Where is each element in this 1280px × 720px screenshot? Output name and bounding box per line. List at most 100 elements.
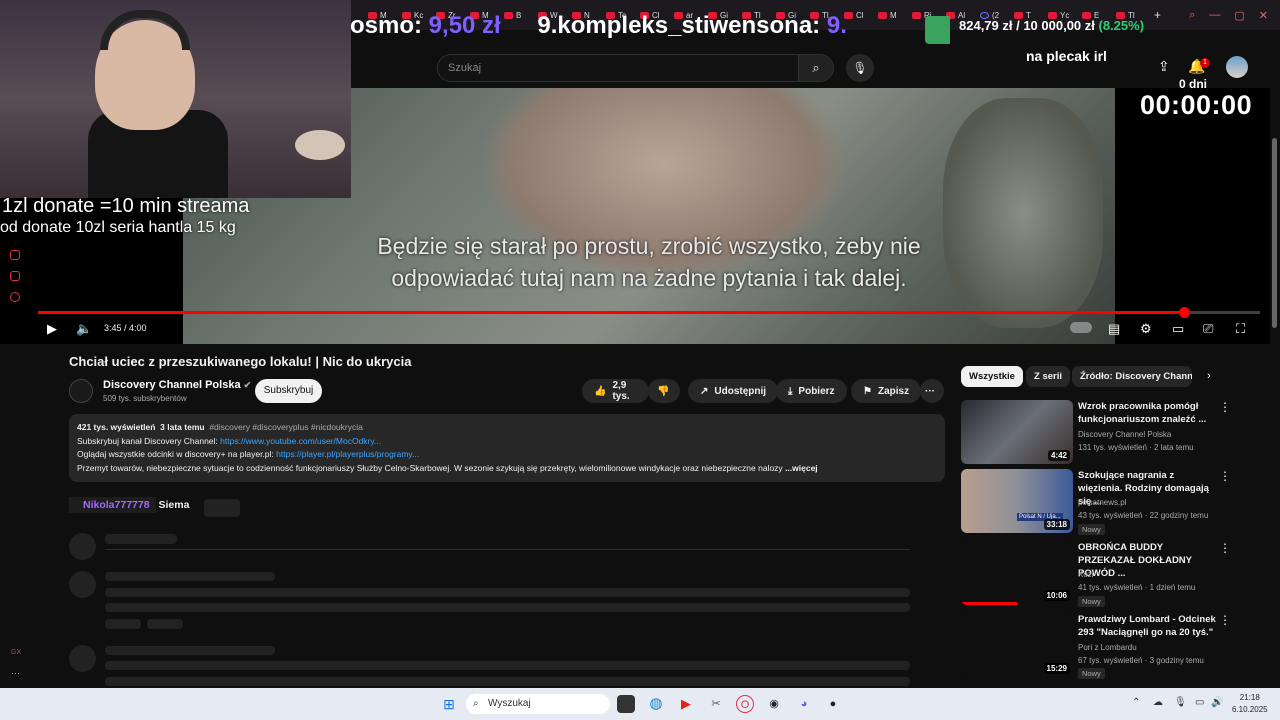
rec-channel[interactable]: Pori z Lombardu [1078,643,1137,652]
minimize-icon[interactable]: — [1209,9,1220,21]
hashtags[interactable]: #discovery #discoveryplus #nicdoukrycia [209,422,363,432]
dislike-button[interactable]: 👎 [648,379,680,403]
play-icon[interactable]: ▶ [47,321,57,337]
search-button[interactable]: ⌕ [798,54,834,82]
stream-timer: 00:00:00 [1140,90,1253,120]
share-button[interactable]: ↗ Udostępnij [688,379,779,403]
rec-title[interactable]: OBROŃCA BUDDY PRZEKAZAŁ DOKŁADNY POWÓD .… [1078,541,1218,580]
upload-icon[interactable]: ⇪ [1158,58,1170,75]
cloud-icon[interactable]: ☁ [1153,697,1163,708]
rec-meta: 41 tys. wyświetleń · 1 dzień temu [1078,583,1196,592]
chevron-right-icon[interactable]: › [1207,370,1211,382]
chat-username[interactable]: Nikola777778 [69,497,156,513]
chip-source[interactable]: Źródło: Discovery Channel [1072,366,1192,387]
kebab-menu-icon[interactable]: ⋮ [1219,613,1231,627]
donation-goal: 824,79 zł / 10 000,00 zł (8.25%) [925,14,1185,44]
webcam-overlay [0,0,351,198]
chip-series[interactable]: Z serii [1026,366,1070,387]
video-thumbnail[interactable]: 10:06 [961,541,1073,605]
mic-icon: 🎙 [852,61,868,75]
channel-link[interactable]: https://www.youtube.com/user/MocOdkry... [220,436,381,446]
rec-title[interactable]: Prawdziwy Lombard - Odcinek 293 "Naciągn… [1078,613,1218,639]
theater-mode-icon[interactable]: ▭ [1172,321,1184,337]
video-thumbnail[interactable]: 15:29 [961,613,1073,677]
subscribe-button[interactable]: Subskrybuj [255,379,322,403]
progress-fill [38,311,1184,314]
skeleton-line [105,661,910,670]
rec-channel[interactable]: polsatnews.pl [1078,498,1126,507]
browser-search-icon[interactable]: ⌕ [1189,9,1195,22]
plecak-label: na plecak irl [1026,48,1107,64]
player-link[interactable]: https://player.pl/playerplus/programy... [276,449,419,459]
recommendation-item[interactable]: Polsat N / Uja... 33:18 Szokujące nagran… [961,469,1231,535]
extension-icon[interactable] [10,250,20,260]
taskbar-search[interactable]: ⌕ Wyszukaj [466,694,610,714]
steam-icon[interactable]: ◉ [765,695,783,713]
recommendation-item[interactable]: 4:42 Wzrok pracownika pomógł funkcjonari… [961,400,1231,466]
subtitles-icon[interactable]: ▤ [1108,321,1120,337]
autoplay-toggle[interactable] [1070,322,1092,333]
voice-search-button[interactable]: 🎙 [846,54,874,82]
page-scrollbar[interactable] [1270,88,1280,688]
skeleton-line [105,603,910,612]
donate-rule-2: od donate 10zl seria hantla 15 kg [0,219,236,236]
maximize-icon[interactable]: ▢ [1234,9,1244,22]
download-icon: ⤓ [788,385,793,397]
chip-all[interactable]: Wszystkie [961,366,1023,387]
video-description[interactable]: 421 tys. wyświetleń 3 lata temu #discove… [69,414,945,482]
show-more-link[interactable]: ...więcej [785,463,818,473]
windows-start-icon[interactable]: ⊞ [440,695,458,713]
extension-icon[interactable] [10,271,20,281]
video-thumbnail[interactable]: 4:42 [961,400,1073,464]
volume-tray-icon[interactable]: 🔊 [1211,697,1223,708]
more-icon[interactable]: ··· [11,668,20,678]
edge-icon[interactable]: ◍ [647,695,665,713]
search-input[interactable]: Szukaj [437,54,799,82]
like-button[interactable]: 👍 2,9 tys. [582,379,649,403]
recommendation-item[interactable]: 15:29 Prawdziwy Lombard - Odcinek 293 "N… [961,613,1231,679]
video-progress-bar[interactable] [38,307,1260,318]
obs-icon[interactable]: ● [824,695,842,713]
video-subtitles: Będzie się starał po prostu, zrobić wszy… [183,230,1115,294]
settings-gear-icon[interactable]: ⚙ [1140,321,1152,337]
mic-tray-icon[interactable]: 🎙 [1174,697,1187,708]
download-button[interactable]: ⤓ Pobierz [776,379,847,403]
new-badge: Nowy [1078,524,1105,535]
recommendation-item[interactable]: 10:06 OBROŃCA BUDDY PRZEKAZAŁ DOKŁADNY P… [961,541,1231,607]
search-icon: ⌕ [473,698,479,709]
channel-avatar[interactable] [69,379,93,403]
video-thumbnail[interactable]: Polsat N / Uja... 33:18 [961,469,1073,533]
kebab-menu-icon[interactable]: ⋮ [1219,400,1231,414]
clock-time: 21:18 [1239,693,1260,702]
rec-channel[interactable]: Discovery Channel Polska [1078,430,1171,439]
discord-icon[interactable]: ◕ [795,695,813,713]
close-icon[interactable]: ✕ [1259,9,1268,22]
avatar[interactable] [1226,56,1248,78]
rec-channel[interactable]: Kozi [1078,570,1094,579]
ticker-prefix: osmo: [350,12,429,39]
fullscreen-icon[interactable]: ⛶ [1236,321,1245,337]
taskbar-clock[interactable]: 21:18 6.10.2025 [1232,692,1268,716]
youtube-icon[interactable]: ▶ [677,695,695,713]
scrollbar-thumb[interactable] [1272,138,1277,328]
volume-icon[interactable]: 🔈 [76,321,92,337]
snipping-tool-icon[interactable]: ✂ [707,695,725,713]
kebab-menu-icon[interactable]: ⋮ [1219,469,1231,483]
taskbar-search-label: Wyszukaj [488,698,531,709]
duration-badge: 4:42 [1047,450,1070,461]
gear-icon[interactable] [10,292,20,302]
gx-icon[interactable]: GX [11,649,21,656]
progress-scrubber[interactable] [1178,307,1190,318]
channel-name[interactable]: Discovery Channel Polska ✔ [103,379,251,391]
more-actions-button[interactable]: ··· [920,379,944,403]
kebab-menu-icon[interactable]: ⋮ [1219,541,1231,555]
cast-icon[interactable]: ⎚ [1203,321,1213,337]
tab-favicon-icon [912,11,921,19]
task-view-icon[interactable] [617,695,635,713]
opera-gx-icon[interactable]: O [736,695,754,713]
ticker-main: 9.kompleks_stiwensona: [537,12,827,39]
chevron-up-icon[interactable]: ⌃ [1132,697,1140,708]
save-button[interactable]: ⚑ Zapisz [851,379,922,403]
network-icon[interactable]: ▭ [1195,697,1204,708]
rec-title[interactable]: Wzrok pracownika pomógł funkcjonariuszom… [1078,400,1218,426]
